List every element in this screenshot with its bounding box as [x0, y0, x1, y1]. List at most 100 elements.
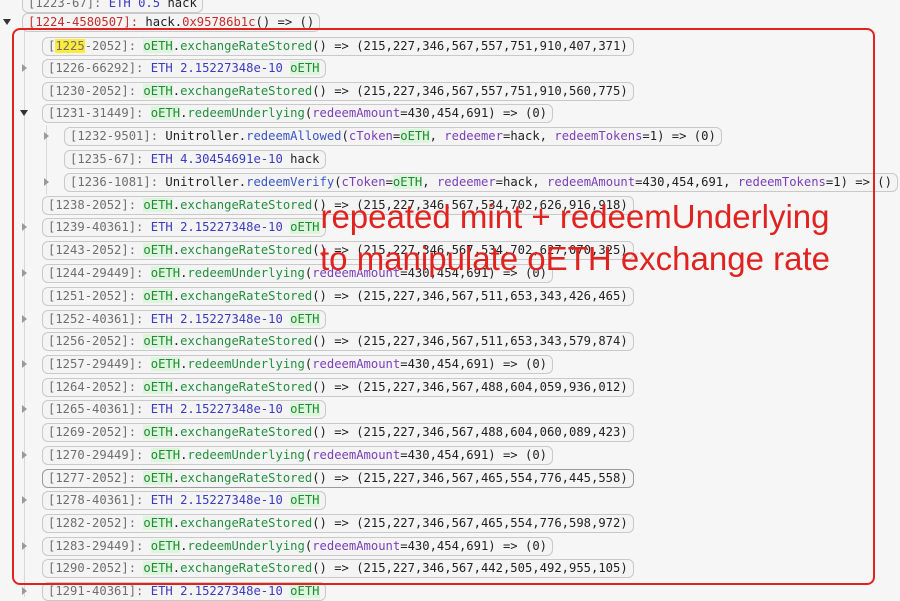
- call-text-ctrl: () => (215,227,346,567,488,604,060,089,4…: [312, 425, 628, 439]
- call-pill[interactable]: [1290-2052]: oETH.exchangeRateStored() =…: [42, 559, 634, 578]
- call-text-ctr: oETH: [150, 106, 181, 120]
- trace-row[interactable]: [1269-2052]: oETH.exchangeRateStored() =…: [42, 423, 634, 442]
- call-pill[interactable]: [1224-4580507]: hack.0x95786b1c() => (): [22, 13, 321, 32]
- call-text-ctrl: () => (215,227,346,567,534,702,627,070,3…: [312, 243, 628, 257]
- call-id: [1257-29449]:: [48, 357, 151, 371]
- trace-row[interactable]: [1235-67]: ETH 4.30454691e-10 hack: [64, 150, 326, 169]
- call-text-ctrl: () => (215,227,346,567,511,653,343,579,8…: [312, 334, 628, 348]
- call-text-ctr: oETH: [150, 539, 181, 553]
- call-text-ctrl: () => (215,227,346,567,465,554,776,445,5…: [312, 471, 628, 485]
- collapsed-triangle-icon[interactable]: [22, 542, 27, 550]
- trace-row[interactable]: [1223-67]: ETH 0.5 hack: [22, 0, 203, 13]
- call-text-ctr: oETH: [143, 516, 173, 530]
- trace-row[interactable]: [1264-2052]: oETH.exchangeRateStored() =…: [42, 378, 634, 397]
- call-pill[interactable]: [1232-9501]: Unitroller.redeemAllowed(cT…: [64, 127, 722, 146]
- call-text-ctrl: =430,454,691) => (0): [400, 266, 547, 280]
- call-pill[interactable]: [1256-2052]: oETH.exchangeRateStored() =…: [42, 332, 634, 351]
- collapsed-triangle-icon[interactable]: [22, 496, 27, 504]
- call-text-fn-green: redeemUnderlying: [187, 266, 305, 280]
- call-text-fn-green: exchangeRateStored: [180, 334, 313, 348]
- trace-row[interactable]: [1231-31449]: oETH.redeemUnderlying(rede…: [42, 104, 553, 123]
- call-pill[interactable]: [1239-40361]: ETH 2.15227348e-10 oETH: [42, 218, 326, 237]
- call-text-ctr: oETH: [143, 289, 173, 303]
- call-id: [1235-67]:: [70, 152, 151, 166]
- call-pill[interactable]: [1264-2052]: oETH.exchangeRateStored() =…: [42, 378, 634, 397]
- trace-row[interactable]: [1252-40361]: ETH 2.15227348e-10 oETH: [42, 310, 326, 329]
- call-pill[interactable]: [1223-67]: ETH 0.5 hack: [22, 0, 203, 13]
- call-pill[interactable]: [1265-40361]: ETH 2.15227348e-10 oETH: [42, 400, 326, 419]
- call-pill[interactable]: [1235-67]: ETH 4.30454691e-10 hack: [64, 150, 326, 169]
- search-match-highlight: 1225: [55, 39, 85, 53]
- collapsed-triangle-icon[interactable]: [22, 269, 27, 277]
- call-id: [1278-40361]:: [48, 493, 151, 507]
- call-text-eth: ETH 2.15227348e-10: [150, 493, 291, 507]
- call-text-ctrl: =1) => (): [825, 175, 892, 189]
- call-pill[interactable]: [1270-29449]: oETH.redeemUnderlying(rede…: [42, 446, 553, 465]
- call-text-fn-green: exchangeRateStored: [180, 516, 313, 530]
- call-id: [1223-67]:: [28, 0, 109, 10]
- trace-row[interactable]: [1278-40361]: ETH 2.15227348e-10 oETH: [42, 491, 326, 510]
- call-text-ctrl: .: [172, 561, 181, 575]
- collapsed-triangle-icon[interactable]: [22, 587, 27, 595]
- call-text-fn-green: exchangeRateStored: [180, 289, 313, 303]
- expanded-triangle-icon[interactable]: [20, 110, 28, 116]
- collapsed-triangle-icon[interactable]: [22, 360, 27, 368]
- call-text-ctrl: =1) => (0): [642, 129, 716, 143]
- collapsed-triangle-icon[interactable]: [22, 405, 27, 413]
- call-pill[interactable]: [1251-2052]: oETH.exchangeRateStored() =…: [42, 287, 634, 306]
- trace-row[interactable]: [1236-1081]: Unitroller.redeemVerify(cTo…: [64, 173, 898, 192]
- collapsed-triangle-icon[interactable]: [22, 451, 27, 459]
- collapsed-triangle-icon[interactable]: [44, 178, 49, 186]
- trace-row[interactable]: [1277-2052]: oETH.exchangeRateStored() =…: [42, 469, 634, 488]
- trace-row[interactable]: [1251-2052]: oETH.exchangeRateStored() =…: [42, 287, 634, 306]
- trace-row[interactable]: [1230-2052]: oETH.exchangeRateStored() =…: [42, 82, 634, 101]
- call-pill[interactable]: [1291-40361]: ETH 2.15227348e-10 oETH: [42, 582, 326, 601]
- call-id: [1243-2052]:: [48, 243, 144, 257]
- trace-row[interactable]: [1291-40361]: ETH 2.15227348e-10 oETH: [42, 582, 326, 601]
- call-text-ctrl: .: [172, 334, 181, 348]
- call-text-pn: redeemer: [436, 175, 496, 189]
- call-pill[interactable]: [1231-31449]: oETH.redeemUnderlying(rede…: [42, 104, 553, 123]
- collapsed-triangle-icon[interactable]: [22, 223, 27, 231]
- call-pill[interactable]: [1226-66292]: ETH 2.15227348e-10 oETH: [42, 59, 326, 78]
- call-pill[interactable]: [1252-40361]: ETH 2.15227348e-10 oETH: [42, 310, 326, 329]
- trace-row[interactable]: [1238-2052]: oETH.exchangeRateStored() =…: [42, 196, 634, 215]
- trace-row[interactable]: [1270-29449]: oETH.redeemUnderlying(rede…: [42, 446, 553, 465]
- call-pill[interactable]: [1283-29449]: oETH.redeemUnderlying(rede…: [42, 537, 553, 556]
- trace-row[interactable]: [1232-9501]: Unitroller.redeemAllowed(cT…: [64, 127, 722, 146]
- call-pill[interactable]: [1277-2052]: oETH.exchangeRateStored() =…: [42, 469, 634, 488]
- collapsed-triangle-icon[interactable]: [44, 132, 49, 140]
- collapsed-triangle-icon[interactable]: [22, 64, 27, 72]
- trace-row[interactable]: [1224-4580507]: hack.0x95786b1c() => (): [22, 13, 321, 32]
- call-text-ctrl: ,: [429, 129, 445, 143]
- trace-row[interactable]: [1225-2052]: oETH.exchangeRateStored() =…: [42, 37, 634, 56]
- trace-row[interactable]: [1257-29449]: oETH.redeemUnderlying(rede…: [42, 355, 553, 374]
- trace-row[interactable]: [1283-29449]: oETH.redeemUnderlying(rede…: [42, 537, 553, 556]
- trace-row[interactable]: [1243-2052]: oETH.exchangeRateStored() =…: [42, 241, 634, 260]
- call-pill[interactable]: [1238-2052]: oETH.exchangeRateStored() =…: [42, 196, 634, 215]
- call-text-pn: cToken: [341, 175, 386, 189]
- call-pill[interactable]: [1278-40361]: ETH 2.15227348e-10 oETH: [42, 491, 326, 510]
- trace-row[interactable]: [1256-2052]: oETH.exchangeRateStored() =…: [42, 332, 634, 351]
- call-pill[interactable]: [1243-2052]: oETH.exchangeRateStored() =…: [42, 241, 634, 260]
- call-id: [1252-40361]:: [48, 312, 151, 326]
- call-text-ctrl: =430,454,691,: [635, 175, 738, 189]
- call-pill[interactable]: [1225-2052]: oETH.exchangeRateStored() =…: [42, 37, 634, 56]
- call-pill[interactable]: [1230-2052]: oETH.exchangeRateStored() =…: [42, 82, 634, 101]
- call-pill[interactable]: [1282-2052]: oETH.exchangeRateStored() =…: [42, 514, 634, 533]
- call-pill[interactable]: [1236-1081]: Unitroller.redeemVerify(cTo…: [64, 173, 898, 192]
- trace-row[interactable]: [1290-2052]: oETH.exchangeRateStored() =…: [42, 559, 634, 578]
- trace-row[interactable]: [1239-40361]: ETH 2.15227348e-10 oETH: [42, 218, 326, 237]
- call-id: [1224-4580507]:: [28, 15, 146, 29]
- call-text-pn: redeemAmount: [312, 106, 401, 120]
- trace-row[interactable]: [1265-40361]: ETH 2.15227348e-10 oETH: [42, 400, 326, 419]
- trace-row[interactable]: [1244-29449]: oETH.redeemUnderlying(rede…: [42, 264, 553, 283]
- trace-row[interactable]: [1282-2052]: oETH.exchangeRateStored() =…: [42, 514, 634, 533]
- collapsed-triangle-icon[interactable]: [22, 315, 27, 323]
- call-pill[interactable]: [1269-2052]: oETH.exchangeRateStored() =…: [42, 423, 634, 442]
- call-pill[interactable]: [1244-29449]: oETH.redeemUnderlying(rede…: [42, 264, 553, 283]
- call-pill[interactable]: [1257-29449]: oETH.redeemUnderlying(rede…: [42, 355, 553, 374]
- expanded-triangle-icon[interactable]: [3, 19, 11, 25]
- call-text-fn-blue: redeemVerify: [246, 175, 335, 189]
- trace-row[interactable]: [1226-66292]: ETH 2.15227348e-10 oETH: [42, 59, 326, 78]
